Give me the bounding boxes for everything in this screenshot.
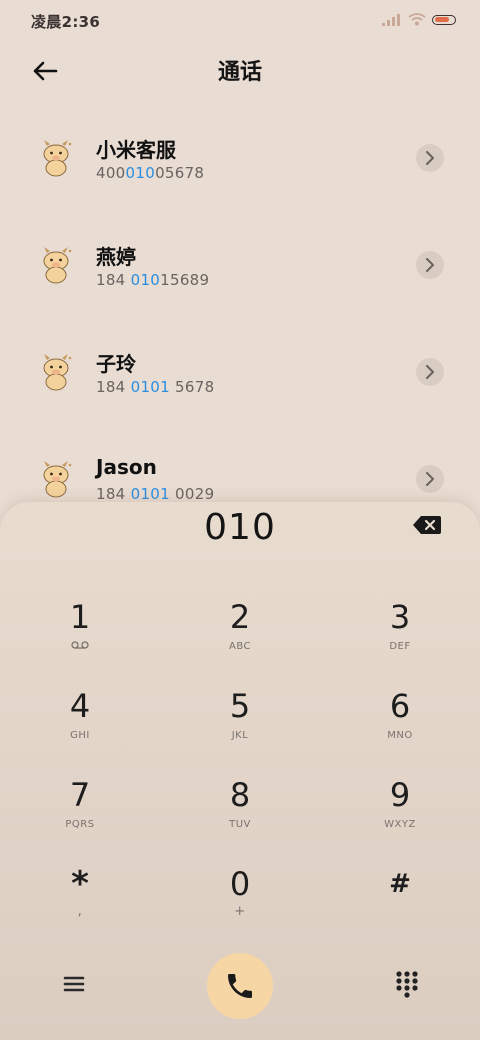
avatar-icon (43, 247, 72, 284)
key-letters: TUV (229, 819, 251, 830)
header: 通话 (0, 48, 480, 92)
key-letters: GHI (70, 730, 90, 741)
key-digit: 0 (229, 865, 251, 903)
key-letters: + (234, 904, 246, 919)
key-8[interactable]: 8 TUV (185, 775, 295, 855)
contact-row[interactable]: 燕婷 184 01015689 (0, 219, 480, 326)
chevron-right-icon (426, 258, 434, 272)
signal-icon (382, 13, 400, 26)
key-letters: MNO (387, 730, 413, 741)
key-6[interactable]: 6 MNO (345, 686, 455, 766)
key-digit: 2 (229, 598, 251, 636)
phone-icon (228, 974, 252, 998)
key-digit: 7 (69, 776, 91, 814)
key-letters: JKL (231, 730, 249, 741)
contact-name: 小米客服 (96, 138, 176, 162)
entered-number[interactable]: 010 (0, 507, 480, 548)
key-letters: WXYZ (384, 819, 416, 830)
key-0[interactable]: 0 + (185, 864, 295, 944)
key-letters: , (77, 904, 83, 919)
key-9[interactable]: 9 WXYZ (345, 775, 455, 855)
menu-icon (63, 976, 85, 992)
chevron-right-icon (426, 151, 434, 165)
key-digit: # (389, 869, 411, 899)
key-digit: 1 (69, 598, 91, 636)
contact-detail-button[interactable] (416, 144, 444, 172)
key-digit: 5 (229, 687, 251, 725)
bottom-action-bar (0, 950, 480, 1022)
dialpad-toggle-button[interactable] (394, 970, 420, 998)
contact-row[interactable]: 子玲 184 0101 5678 (0, 326, 480, 433)
key-1[interactable]: 1 (25, 597, 135, 677)
key-letters (25, 641, 135, 655)
key-letters: PQRS (65, 819, 95, 830)
chevron-right-icon (426, 472, 434, 486)
key-digit: 9 (389, 776, 411, 814)
key-hash[interactable]: # (345, 864, 455, 944)
key-2[interactable]: 2 ABC (185, 597, 295, 677)
status-bar: 凌晨2:36 (0, 0, 480, 42)
key-digit: 6 (389, 687, 411, 725)
avatar-icon (43, 354, 72, 391)
key-digit: 3 (389, 598, 411, 636)
call-button[interactable] (207, 953, 273, 1019)
key-digit: 4 (69, 687, 91, 725)
contact-number: 40001005678 (96, 164, 205, 182)
key-letters: ABC (228, 641, 251, 652)
key-star[interactable]: * , (25, 864, 135, 944)
avatar-icon (43, 461, 72, 498)
contact-name: Jason (96, 455, 157, 479)
avatar-icon (43, 140, 72, 177)
status-time: 凌晨2:36 (31, 13, 101, 31)
contact-name: 子玲 (96, 352, 136, 376)
contact-detail-button[interactable] (416, 465, 444, 493)
menu-button[interactable] (60, 970, 88, 998)
contact-detail-button[interactable] (416, 251, 444, 279)
key-3[interactable]: 3 DEF (345, 597, 455, 677)
contact-number: 184 0101 5678 (96, 378, 215, 396)
key-7[interactable]: 7 PQRS (25, 775, 135, 855)
page-title: 通话 (217, 60, 262, 85)
contact-row[interactable]: 小米客服 40001005678 (0, 112, 480, 219)
chevron-right-icon (426, 365, 434, 379)
key-4[interactable]: 4 GHI (25, 686, 135, 766)
backspace-icon (413, 516, 441, 534)
contact-number: 184 01015689 (96, 271, 210, 289)
contact-detail-button[interactable] (416, 358, 444, 386)
voicemail-icon (71, 641, 89, 649)
key-5[interactable]: 5 JKL (185, 686, 295, 766)
key-digit: * (71, 864, 89, 904)
wifi-icon (408, 13, 426, 26)
contact-name: 燕婷 (96, 245, 136, 269)
contact-number: 184 0101 0029 (96, 485, 215, 503)
key-letters: DEF (389, 641, 411, 652)
key-digit: 8 (229, 776, 251, 814)
status-icons (382, 13, 456, 26)
contact-list: 小米客服 40001005678 燕婷 184 01015689 子玲 184 … (0, 112, 480, 540)
battery-icon (432, 14, 456, 25)
key-letters (345, 908, 455, 922)
dialpad-icon (396, 971, 418, 998)
backspace-button[interactable] (412, 514, 442, 536)
